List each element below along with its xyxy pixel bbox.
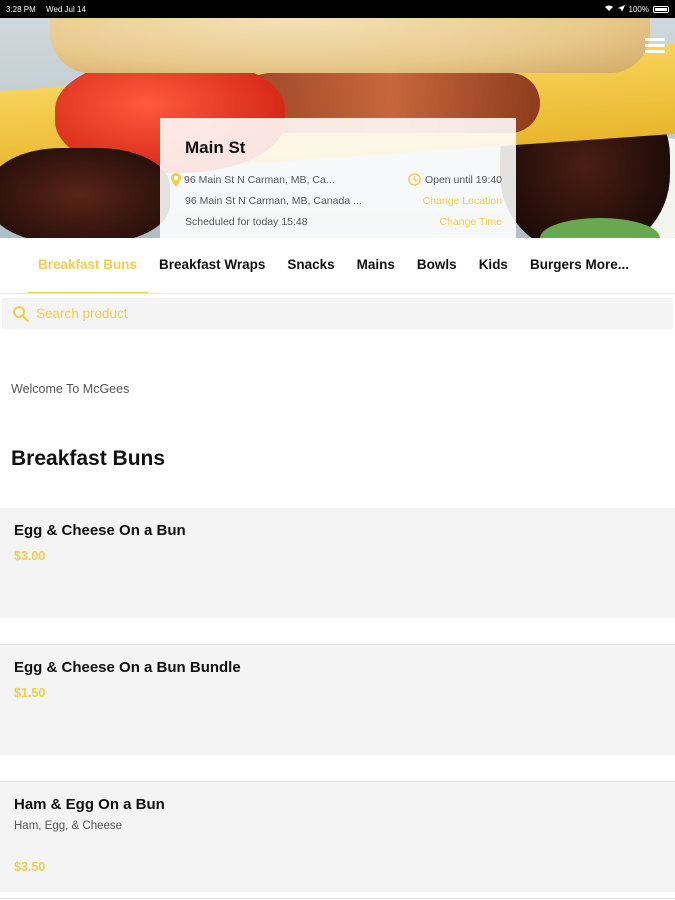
scheduled-time: Scheduled for today 15:48 (185, 215, 308, 228)
status-right: 100% (604, 4, 669, 14)
tab-mains[interactable]: Mains (346, 238, 406, 293)
map-pin-icon (171, 172, 181, 187)
section-title: Breakfast Buns (11, 447, 166, 470)
product-card[interactable]: Ham & Egg On a Bun Ham, Egg, & Cheese $3… (0, 782, 675, 892)
hamburger-menu-icon[interactable] (645, 38, 665, 54)
welcome-text: Welcome To McGees (11, 382, 130, 396)
location-arrow-icon (617, 4, 625, 14)
location-card: Main St 96 Main St N Carman, MB, Ca... O… (160, 118, 516, 238)
store-address-short: 96 Main St N Carman, MB, Ca... (184, 173, 335, 186)
search-input[interactable] (36, 306, 636, 321)
battery-percent: 100% (628, 4, 649, 14)
location-row-3: Scheduled for today 15:48 Change Time (185, 211, 502, 232)
status-time: 3:28 PM (6, 4, 36, 14)
product-price: $3.00 (14, 549, 46, 563)
product-name: Egg & Cheese On a Bun (14, 522, 186, 539)
product-price: $3.50 (14, 860, 46, 874)
product-card[interactable]: Egg & Cheese On a Bun Bundle $1.50 (0, 645, 675, 755)
wifi-icon (604, 4, 614, 14)
product-description: Ham, Egg, & Cheese (14, 820, 123, 832)
product-card[interactable]: Egg & Cheese On a Bun $3.00 (0, 508, 675, 618)
search-icon (13, 305, 29, 322)
product-name: Egg & Cheese On a Bun Bundle (14, 659, 241, 676)
tab-breakfast-wraps[interactable]: Breakfast Wraps (148, 238, 276, 293)
location-row-1: 96 Main St N Carman, MB, Ca... Open unti… (171, 169, 502, 190)
product-price: $1.50 (14, 686, 46, 700)
tab-snacks[interactable]: Snacks (276, 238, 345, 293)
change-time-link[interactable]: Change Time (440, 216, 502, 228)
status-bar: 3:28 PM Wed Jul 14 100% (0, 0, 675, 18)
battery-icon (653, 5, 669, 13)
store-address-long: 96 Main St N Carman, MB, Canada ... (185, 194, 362, 207)
tab-breakfast-buns[interactable]: Breakfast Buns (28, 238, 149, 293)
store-hours: Open until 19:40 (424, 173, 502, 186)
tab-kids[interactable]: Kids (468, 238, 519, 293)
location-row-2: 96 Main St N Carman, MB, Canada ... Chan… (185, 190, 502, 211)
clock-icon (408, 173, 421, 186)
tab-burgers-more[interactable]: Burgers More... (519, 238, 640, 293)
divider (0, 898, 675, 899)
tab-bowls[interactable]: Bowls (406, 238, 468, 293)
status-date: Wed Jul 14 (46, 4, 86, 14)
store-name: Main St (185, 138, 246, 157)
change-location-link[interactable]: Change Location (423, 195, 502, 207)
product-name: Ham & Egg On a Bun (14, 796, 165, 813)
status-left: 3:28 PM Wed Jul 14 (6, 5, 94, 14)
search-bar (2, 298, 673, 329)
category-tabs: Breakfast Buns Breakfast Wraps Snacks Ma… (0, 238, 675, 294)
